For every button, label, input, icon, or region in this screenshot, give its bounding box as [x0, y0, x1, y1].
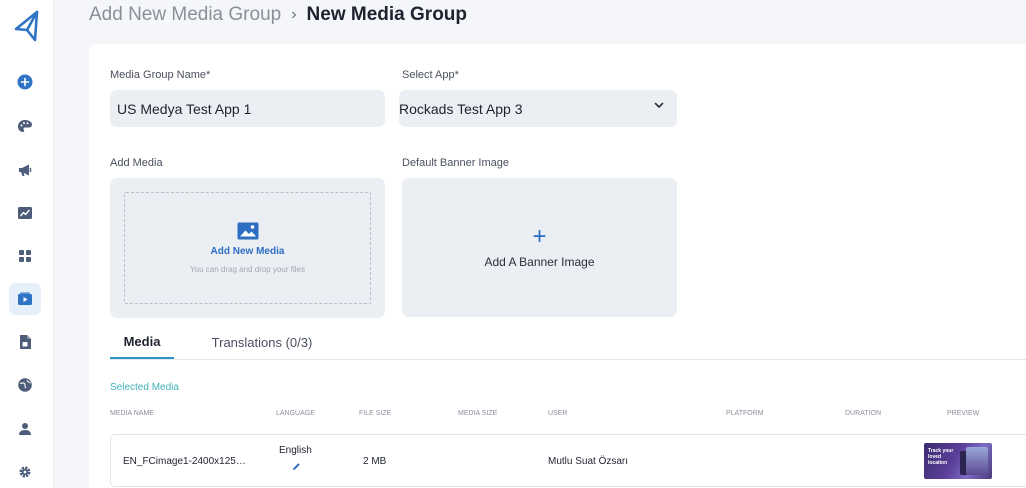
- column-header-media-size: MEDIA SIZE: [458, 410, 498, 417]
- sidebar-item-reports[interactable]: [9, 326, 41, 358]
- breadcrumb-parent-link[interactable]: Add New Media Group: [89, 4, 281, 26]
- breadcrumb: Add New Media Group › New Media Group: [89, 2, 467, 28]
- add-media-dropzone[interactable]: Add New Media You can drag and drop your…: [110, 178, 385, 318]
- globe-icon: [18, 378, 32, 392]
- sidebar-item-campaigns[interactable]: [9, 154, 41, 186]
- sidebar-item-users[interactable]: [9, 413, 41, 445]
- sidebar-item-localization[interactable]: [9, 369, 41, 401]
- preview-caption: Track your loved location: [928, 448, 954, 466]
- media-group-form-card: Media Group Name* US Medya Test App 1 Se…: [89, 44, 1026, 488]
- add-banner-label: Add A Banner Image: [484, 254, 595, 269]
- breadcrumb-separator-icon: ›: [291, 6, 297, 23]
- column-header-user: USER: [548, 410, 568, 417]
- column-header-media-name: MEDIA NAME: [110, 410, 154, 417]
- drag-drop-hint: You can drag and drop your files: [190, 265, 305, 274]
- edit-pencil-icon[interactable]: [292, 462, 301, 471]
- add-media-dashed-area[interactable]: Add New Media You can drag and drop your…: [124, 192, 371, 304]
- column-header-preview: PREVIEW: [947, 410, 980, 417]
- preview-person-shape: [966, 447, 988, 475]
- select-app-value: Rockads Test App 3: [399, 100, 523, 117]
- language-cell: English: [279, 445, 312, 456]
- play-video-icon: [18, 292, 32, 305]
- user-icon: [19, 423, 31, 435]
- column-header-file-size: FILE SIZE: [359, 410, 392, 417]
- tab-media[interactable]: Media: [110, 325, 174, 359]
- sidebar-item-media[interactable]: [9, 283, 41, 315]
- sidebar-item-settings[interactable]: [9, 456, 41, 488]
- tab-translations[interactable]: Translations (0/3): [196, 325, 328, 359]
- select-app-label: Select App*: [402, 69, 459, 81]
- group-name-input[interactable]: US Medya Test App 1: [110, 90, 385, 127]
- file-size-cell: 2 MB: [363, 456, 387, 467]
- chevron-down-icon: [654, 102, 664, 108]
- selected-media-title: Selected Media: [110, 382, 179, 393]
- group-name-value: US Medya Test App 1: [117, 100, 252, 117]
- sidebar-item-add[interactable]: [9, 66, 41, 98]
- tab-bar: Media Translations (0/3): [110, 325, 1026, 360]
- column-header-language: LANGUAGE: [276, 410, 315, 417]
- chart-icon: [18, 207, 32, 219]
- palette-icon: [18, 120, 32, 132]
- media-name-cell: EN_FCimage1-2400x125…: [123, 456, 246, 467]
- sidebar-item-apps[interactable]: [9, 240, 41, 272]
- sidebar-item-analytics[interactable]: [9, 197, 41, 229]
- add-banner-button[interactable]: + Add A Banner Image: [402, 178, 677, 317]
- document-icon: [20, 335, 31, 349]
- select-app-dropdown[interactable]: Rockads Test App 3: [399, 90, 677, 127]
- plus-icon: +: [532, 222, 547, 250]
- sidebar: [0, 0, 54, 488]
- app-logo-icon[interactable]: [13, 10, 41, 42]
- column-header-duration: DURATION: [845, 410, 882, 417]
- group-name-label: Media Group Name*: [110, 69, 211, 81]
- user-cell: Mutlu Suat Özsarı: [548, 456, 629, 467]
- settings-icon: [19, 466, 31, 478]
- add-circle-icon: [17, 74, 33, 90]
- image-upload-icon: [237, 222, 258, 240]
- add-new-media-title: Add New Media: [210, 246, 285, 257]
- add-media-label: Add Media: [110, 157, 163, 169]
- default-banner-label: Default Banner Image: [402, 157, 510, 169]
- sidebar-item-creatives[interactable]: [9, 110, 41, 142]
- column-header-platform: PLATFORM: [726, 410, 764, 417]
- megaphone-icon: [19, 164, 32, 176]
- page-title: New Media Group: [306, 4, 468, 25]
- grid-icon: [19, 250, 31, 262]
- table-row[interactable]: EN_FCimage1-2400x125… English 2 MB Mutlu…: [110, 434, 1026, 487]
- media-preview-thumbnail[interactable]: Track your loved location: [924, 443, 992, 479]
